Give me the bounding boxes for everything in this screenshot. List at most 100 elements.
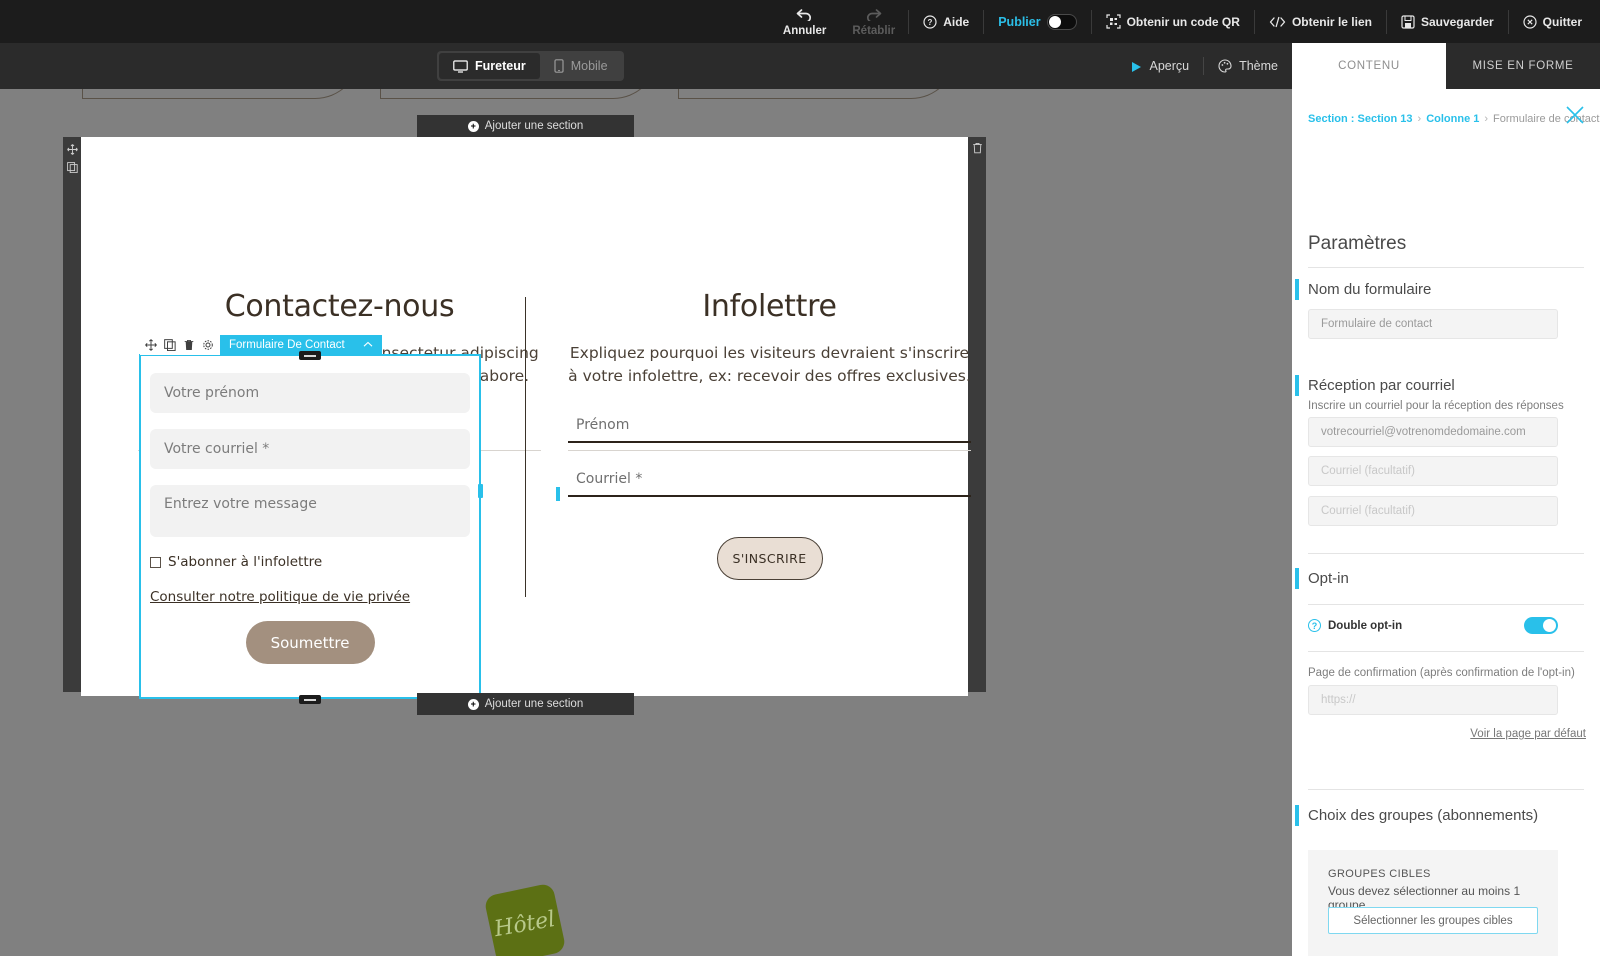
contact-email-placeholder: Votre courriel * (164, 441, 269, 457)
tab-mise-en-forme[interactable]: MISE EN FORME (1446, 43, 1600, 89)
newsletter-email-underline (568, 495, 971, 497)
double-optin-row: ? Double opt-in (1308, 617, 1558, 634)
confirmation-page-label: Page de confirmation (après confirmation… (1308, 667, 1575, 679)
double-optin-label: Double opt-in (1328, 620, 1402, 632)
groups-heading: Choix des groupes (abonnements) (1308, 807, 1538, 824)
checkbox-icon[interactable] (150, 557, 161, 568)
double-optin-toggle[interactable] (1524, 617, 1558, 634)
newsletter-firstname-field[interactable]: Prénom (568, 417, 971, 443)
breadcrumb-section[interactable]: Section : Section 13 (1308, 113, 1413, 125)
confirmation-page-input[interactable]: https:// (1308, 685, 1558, 715)
newsletter-email-label: Courriel * (568, 471, 971, 487)
secondary-toolbar: Fureteur Mobile Aperçu Thème CONTENU (0, 43, 1600, 89)
email-primary-input[interactable]: votrecourriel@votrenomdedomaine.com (1308, 417, 1558, 447)
target-groups-title: GROUPES CIBLES (1328, 868, 1431, 880)
panel-divider (1308, 789, 1584, 790)
quit-button[interactable]: Quitter (1509, 0, 1600, 43)
device-tab-mobile[interactable]: Mobile (540, 53, 622, 79)
breadcrumb: Section : Section 13 › Colonne 1 › Formu… (1308, 113, 1599, 125)
contact-newsletter-checkbox-row[interactable]: S'abonner à l'infolettre (150, 554, 470, 570)
duplicate-icon[interactable] (63, 161, 81, 173)
column-top-rule (568, 450, 971, 451)
preview-theme-tools: Aperçu Thème (1117, 43, 1292, 89)
publish-toggle[interactable] (1047, 14, 1077, 30)
tab-contenu[interactable]: CONTENU (1292, 43, 1446, 89)
contact-firstname-placeholder: Votre prénom (164, 385, 259, 401)
form-name-input[interactable]: Formulaire de contact (1308, 309, 1558, 339)
add-section-top-label: Ajouter une section (485, 120, 583, 132)
help-label: Aide (943, 15, 969, 29)
site-logo: Hôtel (483, 882, 566, 956)
widget-resize-handle-right[interactable] (478, 484, 483, 498)
close-x-icon (1564, 104, 1586, 126)
contact-message-placeholder: Entrez votre message (164, 496, 317, 512)
undo-button[interactable]: Annuler (770, 0, 839, 43)
play-triangle-icon (1131, 59, 1142, 73)
confirmation-page-placeholder: https:// (1321, 694, 1356, 706)
contact-submit-button[interactable]: Soumettre (246, 621, 375, 664)
add-section-button-bottom[interactable]: + Ajouter une section (417, 693, 634, 715)
palette-icon (1218, 59, 1232, 74)
newsletter-firstname-underline (568, 441, 971, 443)
svg-text:?: ? (928, 18, 933, 27)
newsletter-subscribe-button[interactable]: S'INSCRIRE (717, 537, 823, 580)
undo-label: Annuler (783, 25, 826, 37)
default-page-link[interactable]: Voir la page par défaut (1470, 728, 1586, 740)
widget-resize-handle-bottom[interactable] (299, 695, 321, 704)
publish-toggle-knob (1049, 16, 1061, 28)
question-circle-icon: ? (923, 14, 937, 29)
help-button[interactable]: ? Aide (909, 0, 983, 43)
contact-firstname-input[interactable]: Votre prénom (150, 373, 470, 413)
section-accent-bar (1295, 805, 1299, 826)
theme-label: Thème (1239, 59, 1278, 73)
publish-control[interactable]: Publier (984, 0, 1090, 43)
chevron-up-icon[interactable] (363, 339, 373, 351)
theme-button[interactable]: Thème (1204, 59, 1292, 74)
trash-icon[interactable] (968, 142, 986, 154)
plus-icon: + (468, 699, 479, 710)
close-panel-button[interactable] (1564, 104, 1586, 126)
gear-icon[interactable] (202, 339, 214, 352)
breadcrumb-separator: › (1418, 113, 1422, 125)
privacy-policy-link[interactable]: Consulter notre politique de vie privée (150, 589, 410, 605)
site-logo-text: Hôtel (493, 906, 558, 941)
contact-form-widget[interactable]: Formulaire De Contact Votre prénom Votre… (139, 354, 481, 699)
newsletter-subtitle: Expliquez pourquoi les visiteurs devraie… (568, 342, 971, 389)
contact-email-input[interactable]: Votre courriel * (150, 429, 470, 469)
redo-button[interactable]: Rétablir (839, 0, 908, 43)
contact-form-body: Votre prénom Votre courriel * Entrez vot… (141, 356, 479, 664)
email-optional-input-1[interactable]: Courriel (facultatif) (1308, 456, 1558, 486)
widget-icon-group (140, 335, 220, 355)
add-section-button-top[interactable]: + Ajouter une section (417, 115, 634, 137)
resize-handle[interactable] (556, 487, 560, 501)
breadcrumb-column[interactable]: Colonne 1 (1426, 113, 1479, 125)
device-tab-desktop[interactable]: Fureteur (439, 53, 540, 79)
previous-section-preview (81, 89, 968, 117)
ghost-card (678, 89, 956, 99)
section-accent-bar (1295, 568, 1299, 589)
preview-button[interactable]: Aperçu (1117, 59, 1203, 73)
panel-title: Paramètres (1308, 233, 1406, 255)
tab-mise-en-forme-label: MISE EN FORME (1472, 60, 1573, 72)
widget-resize-handle-top[interactable] (299, 351, 321, 360)
select-target-groups-button[interactable]: Sélectionner les groupes cibles (1328, 907, 1538, 934)
editor-canvas: + Ajouter une section Contactez-nous Lor… (0, 89, 1292, 956)
newsletter-email-field[interactable]: Courriel * (568, 471, 971, 497)
panel-tabs: CONTENU MISE EN FORME (1292, 43, 1600, 89)
save-button[interactable]: Sauvegarder (1387, 0, 1508, 43)
ghost-card (82, 89, 360, 99)
qr-code-button[interactable]: Obtenir un code QR (1092, 0, 1254, 43)
mobile-phone-icon (554, 59, 564, 74)
duplicate-icon[interactable] (164, 339, 176, 352)
email-optional-input-2[interactable]: Courriel (facultatif) (1308, 496, 1558, 526)
optin-heading: Opt-in (1308, 570, 1349, 587)
email-reception-heading: Réception par courriel (1308, 377, 1455, 394)
contact-message-textarea[interactable]: Entrez votre message (150, 485, 470, 537)
question-circle-icon[interactable]: ? (1308, 619, 1321, 632)
select-target-groups-label: Sélectionner les groupes cibles (1353, 915, 1512, 927)
trash-icon[interactable] (183, 339, 195, 352)
move-cross-icon[interactable] (145, 339, 157, 352)
get-link-button[interactable]: Obtenir le lien (1255, 0, 1386, 43)
move-cross-icon[interactable] (63, 143, 81, 155)
quit-label: Quitter (1543, 15, 1582, 29)
